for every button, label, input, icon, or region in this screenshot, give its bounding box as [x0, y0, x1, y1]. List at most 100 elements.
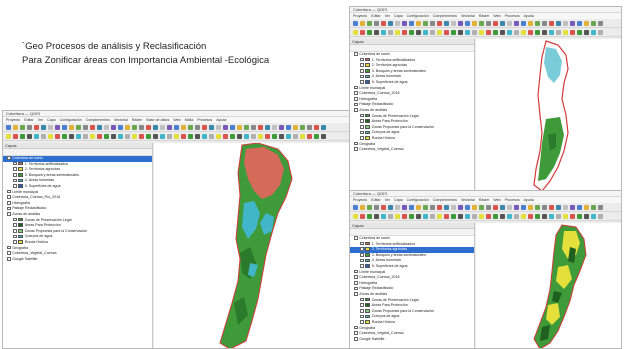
toolbar-tool-icon[interactable]	[584, 205, 589, 210]
layer-visibility-checkbox[interactable]	[360, 303, 364, 307]
toolbar-tool-icon[interactable]	[34, 134, 39, 139]
toolbar-tool-icon[interactable]	[521, 205, 526, 210]
toolbar-tool-icon[interactable]	[549, 205, 554, 210]
layer-visibility-checkbox[interactable]	[360, 258, 364, 263]
toolbar-tool-icon[interactable]	[374, 21, 379, 26]
toolbar-tool-icon[interactable]	[577, 30, 582, 35]
layer-visibility-checkbox[interactable]	[354, 108, 358, 112]
toolbar-tool-icon[interactable]	[479, 21, 484, 26]
toolbar-tool-icon[interactable]	[423, 21, 428, 26]
toolbar-tool-icon[interactable]	[76, 125, 81, 130]
toolbar-tool-icon[interactable]	[472, 214, 477, 219]
toolbar-tool-icon[interactable]	[97, 125, 102, 130]
menu-item[interactable]: Configuración	[60, 118, 82, 122]
menu-item[interactable]: Procesos	[505, 14, 520, 18]
layer-visibility-checkbox[interactable]	[354, 85, 358, 90]
toolbar-tool-icon[interactable]	[598, 21, 603, 26]
toolbar-tool-icon[interactable]	[577, 214, 582, 219]
menu-item[interactable]: Proyecto	[6, 118, 20, 122]
toolbar-tool-icon[interactable]	[507, 30, 512, 35]
toolbar-tool-icon[interactable]	[381, 205, 386, 210]
layer-visibility-checkbox[interactable]	[13, 217, 17, 222]
toolbar-tool-icon[interactable]	[209, 125, 214, 130]
toolbar-tool-icon[interactable]	[188, 125, 193, 130]
toolbar-tool-icon[interactable]	[486, 30, 491, 35]
menu-item[interactable]: Editar	[371, 14, 380, 18]
toolbar-tool-icon[interactable]	[293, 134, 298, 139]
toolbar-tool-icon[interactable]	[360, 21, 365, 26]
toolbar-tool-icon[interactable]	[153, 134, 158, 139]
layer-visibility-checkbox[interactable]	[360, 74, 364, 79]
toolbar-tool-icon[interactable]	[118, 125, 123, 130]
toolbar-tool-icon[interactable]	[202, 125, 207, 130]
toolbar-tool-icon[interactable]	[20, 134, 25, 139]
layer-visibility-checkbox[interactable]	[360, 314, 364, 319]
toolbar-tool-icon[interactable]	[27, 134, 32, 139]
map-canvas[interactable]	[476, 39, 621, 191]
toolbar-tool-icon[interactable]	[293, 125, 298, 130]
toolbar-tool-icon[interactable]	[374, 214, 379, 219]
toolbar-tool-icon[interactable]	[132, 134, 137, 139]
toolbar-tool-icon[interactable]	[451, 30, 456, 35]
toolbar-tool-icon[interactable]	[542, 214, 547, 219]
toolbar-tool-icon[interactable]	[104, 134, 109, 139]
layer-visibility-checkbox[interactable]	[354, 147, 358, 151]
layer-visibility-checkbox[interactable]	[354, 269, 358, 274]
layer-visibility-checkbox[interactable]	[354, 236, 358, 240]
toolbar-tool-icon[interactable]	[437, 21, 442, 26]
toolbar-tool-icon[interactable]	[367, 21, 372, 26]
menu-item[interactable]: Web	[173, 118, 180, 122]
toolbar-tool-icon[interactable]	[423, 205, 428, 210]
menu-item[interactable]: Vectorial	[461, 198, 475, 202]
toolbar-tool-icon[interactable]	[300, 134, 305, 139]
toolbar-tool-icon[interactable]	[265, 134, 270, 139]
toolbar-tool-icon[interactable]	[55, 134, 60, 139]
toolbar-tool-icon[interactable]	[542, 21, 547, 26]
toolbar-tool-icon[interactable]	[314, 134, 319, 139]
menu-item[interactable]: Capa	[394, 14, 403, 18]
toolbar-tool-icon[interactable]	[535, 30, 540, 35]
layer-visibility-checkbox[interactable]	[354, 97, 358, 101]
toolbar-tool-icon[interactable]	[430, 21, 435, 26]
menu-item[interactable]: Ayuda	[216, 118, 226, 122]
toolbar-tool-icon[interactable]	[507, 21, 512, 26]
toolbar-tool-icon[interactable]	[353, 21, 358, 26]
layer-visibility-checkbox[interactable]	[360, 63, 364, 68]
toolbar-tool-icon[interactable]	[563, 30, 568, 35]
layer-visibility-checkbox[interactable]	[360, 264, 364, 268]
toolbar-tool-icon[interactable]	[321, 134, 326, 139]
toolbar-tool-icon[interactable]	[570, 30, 575, 35]
toolbar-tool-icon[interactable]	[132, 125, 137, 130]
toolbar-tool-icon[interactable]	[360, 214, 365, 219]
toolbar-tool-icon[interactable]	[139, 134, 144, 139]
toolbar-tool-icon[interactable]	[507, 214, 512, 219]
toolbar-tool-icon[interactable]	[83, 134, 88, 139]
layer-visibility-checkbox[interactable]	[360, 308, 364, 313]
toolbar-tool-icon[interactable]	[458, 205, 463, 210]
toolbar-tool-icon[interactable]	[244, 134, 249, 139]
layer-visibility-checkbox[interactable]	[354, 141, 358, 146]
toolbar-tool-icon[interactable]	[167, 125, 172, 130]
toolbar-tool-icon[interactable]	[174, 125, 179, 130]
toolbar-tool-icon[interactable]	[458, 214, 463, 219]
toolbar-tool-icon[interactable]	[430, 205, 435, 210]
toolbar-tool-icon[interactable]	[48, 134, 53, 139]
toolbar-tool-icon[interactable]	[444, 205, 449, 210]
toolbar-tool-icon[interactable]	[230, 134, 235, 139]
toolbar-tool-icon[interactable]	[13, 125, 18, 130]
toolbar-tool-icon[interactable]	[486, 205, 491, 210]
toolbar-tool-icon[interactable]	[279, 134, 284, 139]
toolbar-tool-icon[interactable]	[493, 21, 498, 26]
toolbar-tool-icon[interactable]	[139, 125, 144, 130]
toolbar-tool-icon[interactable]	[41, 125, 46, 130]
menu-item[interactable]: Base de datos	[146, 118, 169, 122]
layer-visibility-checkbox[interactable]	[13, 167, 17, 172]
toolbar-tool-icon[interactable]	[374, 205, 379, 210]
toolbar-tool-icon[interactable]	[535, 214, 540, 219]
toolbar-tool-icon[interactable]	[251, 125, 256, 130]
menu-item[interactable]: Ver	[38, 118, 43, 122]
toolbar-tool-icon[interactable]	[395, 30, 400, 35]
menu-item[interactable]: Procesos	[505, 198, 520, 202]
menu-item[interactable]: Ver	[385, 14, 390, 18]
toolbar-tool-icon[interactable]	[500, 205, 505, 210]
